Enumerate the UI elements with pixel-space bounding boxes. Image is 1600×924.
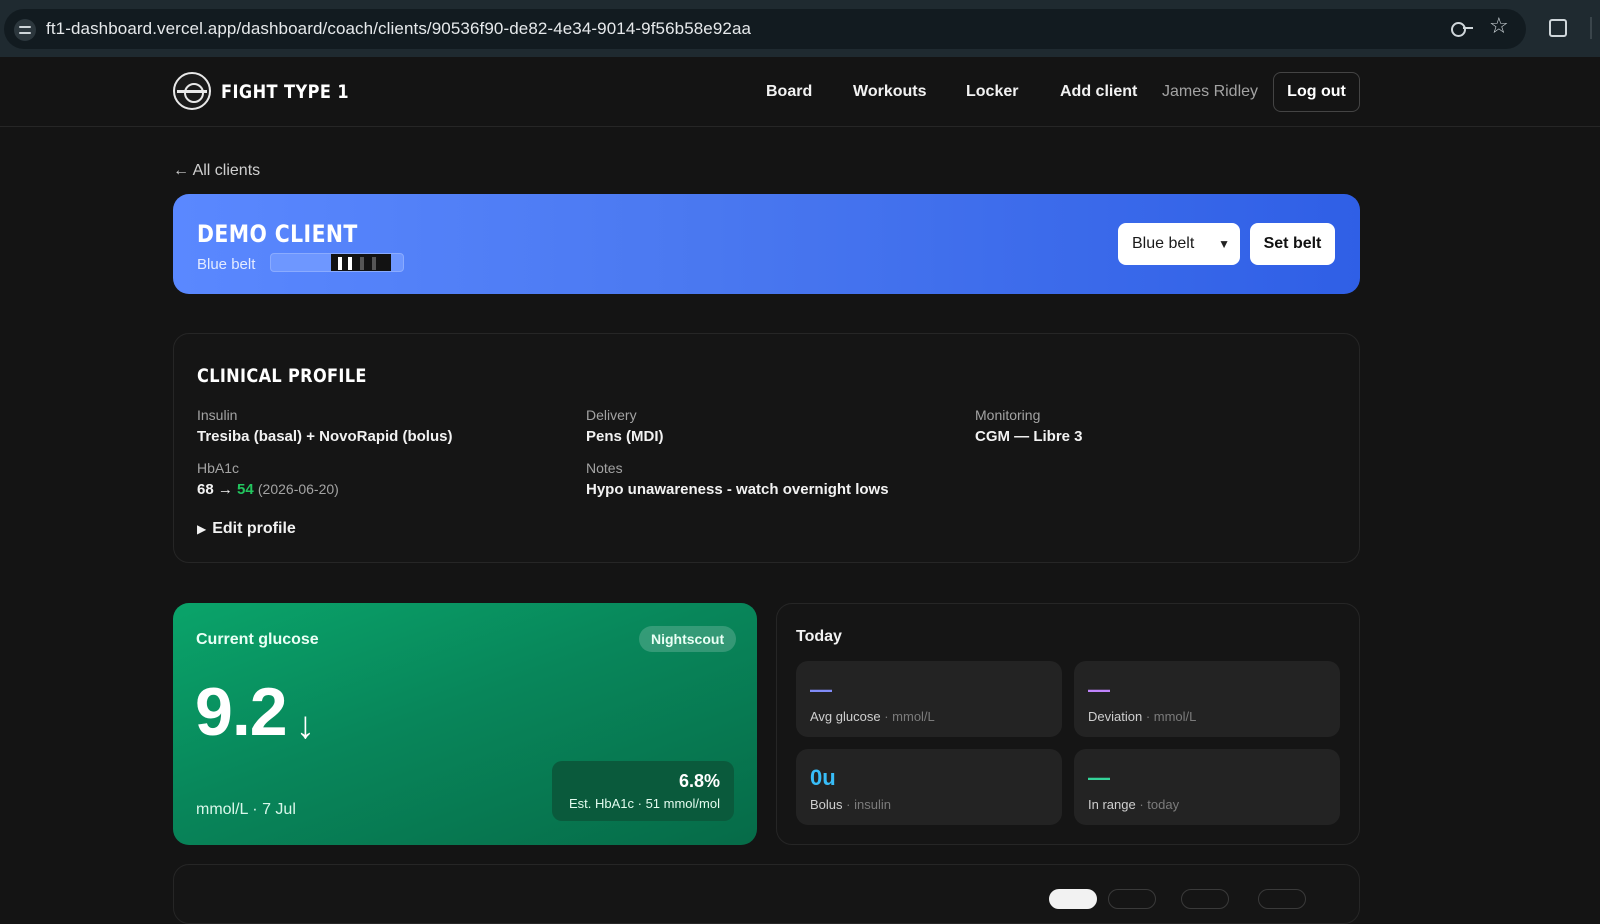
range-tab[interactable] <box>1181 889 1229 909</box>
monitoring-value: CGM — Libre 3 <box>975 428 1083 445</box>
nav-add-client[interactable]: Add client <box>1060 83 1137 101</box>
monitoring-label: Monitoring <box>975 407 1041 423</box>
belt-select[interactable]: Blue belt ▼ <box>1118 223 1240 265</box>
today-card: Today — Avg glucose · mmol/L — Deviation… <box>776 603 1360 845</box>
hba1c-arrow: → <box>217 481 233 498</box>
range-tab[interactable] <box>1108 889 1156 909</box>
clinical-profile-title: CLINICAL PROFILE <box>197 365 367 387</box>
site-settings-icon[interactable] <box>14 19 36 41</box>
hba1c-previous: 68 <box>197 481 214 498</box>
brand-name[interactable]: FIGHT TYPE 1 <box>221 81 349 103</box>
hba1c-value: 68 → 54 (2026-06-20) <box>197 481 339 498</box>
hba1c-current: 54 <box>237 481 254 498</box>
notes-label: Notes <box>586 460 623 476</box>
current-glucose-card: Current glucose Nightscout 9.2 ↓ mmol/L … <box>173 603 757 845</box>
fight-type-1-logo[interactable] <box>173 72 211 110</box>
current-glucose-title: Current glucose <box>196 631 319 648</box>
stat-label: Avg glucose · mmol/L <box>810 709 935 724</box>
stat-value: — <box>1088 677 1110 702</box>
stat-value: — <box>1088 765 1110 790</box>
trend-down-arrow-icon: ↓ <box>296 705 315 747</box>
estimated-hba1c-box: 6.8% Est. HbA1c · 51 mmol/mol <box>552 761 734 821</box>
bookmark-star-icon[interactable]: ☆ <box>1489 15 1509 37</box>
insulin-label: Insulin <box>197 407 238 423</box>
delivery-value: Pens (MDI) <box>586 428 664 445</box>
app-header: FIGHT TYPE 1 Board Workouts Locker Add c… <box>0 57 1600 127</box>
stat-bolus: 0u Bolus · insulin <box>796 749 1062 825</box>
clinical-profile-card: CLINICAL PROFILE Insulin Tresiba (basal)… <box>173 333 1360 563</box>
disclosure-triangle-icon: ▶ <box>197 522 207 536</box>
client-hero-banner: DEMO CLIENT Blue belt Blue belt ▼ Set be… <box>173 194 1360 294</box>
toolbar-divider <box>1590 17 1592 39</box>
estimated-hba1c-value: 6.8% <box>678 771 720 791</box>
delivery-label: Delivery <box>586 407 637 423</box>
belt-graphic <box>270 253 404 272</box>
today-title: Today <box>796 628 842 645</box>
address-bar[interactable]: ft1-dashboard.vercel.app/dashboard/coach… <box>4 9 1526 49</box>
browser-toolbar: ft1-dashboard.vercel.app/dashboard/coach… <box>0 0 1600 57</box>
logout-button[interactable]: Log out <box>1273 72 1360 112</box>
stat-deviation: — Deviation · mmol/L <box>1074 661 1340 737</box>
glucose-value: 9.2 <box>195 674 288 750</box>
nav-locker[interactable]: Locker <box>966 83 1018 101</box>
insulin-value: Tresiba (basal) + NovoRapid (bolus) <box>197 428 453 445</box>
url-text[interactable]: ft1-dashboard.vercel.app/dashboard/coach… <box>46 19 751 39</box>
extensions-icon[interactable] <box>1549 19 1567 37</box>
belt-select-value: Blue belt <box>1132 235 1195 252</box>
hba1c-date: (2026-06-20) <box>257 481 339 497</box>
stat-value: — <box>810 677 832 702</box>
nav-board[interactable]: Board <box>766 83 812 101</box>
set-belt-button[interactable]: Set belt <box>1250 223 1335 265</box>
range-tab[interactable] <box>1049 889 1097 909</box>
notes-value: Hypo unawareness - watch overnight lows <box>586 481 889 498</box>
client-belt-label: Blue belt <box>197 256 256 273</box>
nav-workouts[interactable]: Workouts <box>853 83 926 101</box>
edit-profile-label: Edit profile <box>212 520 296 537</box>
stat-in-range: — In range · today <box>1074 749 1340 825</box>
range-tab[interactable] <box>1258 889 1306 909</box>
chevron-down-icon: ▼ <box>1218 237 1230 251</box>
nightscout-badge: Nightscout <box>639 626 737 652</box>
back-to-clients-link[interactable]: ← All clients <box>173 162 260 180</box>
stat-value: 0u <box>810 765 836 790</box>
stat-avg-glucose: — Avg glucose · mmol/L <box>796 661 1062 737</box>
glucose-unit-date: mmol/L · 7 Jul <box>196 801 296 818</box>
stat-label: Deviation · mmol/L <box>1088 709 1197 724</box>
hba1c-label: HbA1c <box>197 460 240 476</box>
stat-label: Bolus · insulin <box>810 797 891 812</box>
user-name: James Ridley <box>1162 83 1259 100</box>
password-key-icon[interactable] <box>1451 22 1473 37</box>
stat-label: In range · today <box>1088 797 1180 812</box>
estimated-hba1c-label: Est. HbA1c · 51 mmol/mol <box>569 796 720 811</box>
edit-profile-toggle[interactable]: ▶ Edit profile <box>197 520 296 538</box>
client-name: DEMO CLIENT <box>197 220 358 248</box>
